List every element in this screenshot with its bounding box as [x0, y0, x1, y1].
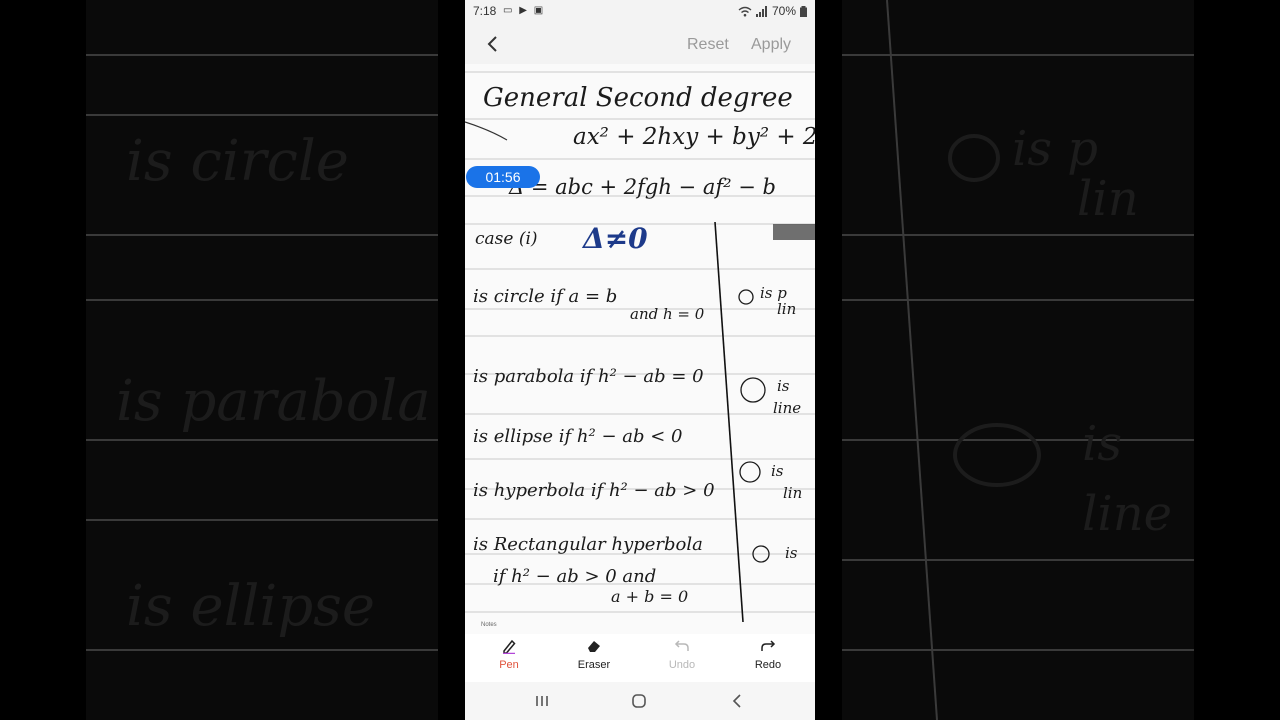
redo-icon [761, 640, 776, 651]
note-equation-line: ax² + 2hxy + by² + 2 [573, 124, 815, 150]
background-right-text-2: lin [1077, 171, 1139, 227]
handwritten-notes: General Second degree ax² + 2hxy + by² +… [465, 71, 815, 628]
background-left-notes: is circle is parabola is ellipse [86, 54, 438, 651]
back-nav-icon[interactable] [723, 690, 753, 712]
note-delta-line: Δ = abc + 2fgh − af² − b [508, 175, 776, 199]
redo-tool[interactable]: Redo [738, 638, 798, 671]
pen-tool[interactable]: Pen [479, 638, 539, 671]
recording-timer: 01:56 [466, 166, 540, 188]
note-circle-cond: and h = 0 [630, 305, 705, 323]
note-ellipse-line: is ellipse if h² − ab < 0 [473, 426, 682, 447]
battery-icon [800, 5, 807, 17]
background-right-text-1: is p [1012, 121, 1098, 177]
pen-icon [503, 639, 516, 655]
notes-footer: Notes [481, 622, 497, 628]
editor-toolbar-top: Reset Apply [465, 28, 815, 62]
drawing-toolbar: Pen Eraser Undo Redo [465, 634, 815, 682]
note-title-line: General Second degree [483, 83, 793, 113]
recent-apps-icon[interactable] [527, 690, 557, 712]
apply-button[interactable]: Apply [751, 36, 791, 54]
background-blur-left: is circle is parabola is ellipse [86, 0, 438, 720]
note-canvas[interactable]: General Second degree ax² + 2hxy + by² +… [465, 64, 815, 634]
system-navigation-bar [465, 682, 815, 720]
reset-button[interactable]: Reset [687, 36, 729, 54]
back-arrow-icon[interactable] [483, 32, 503, 56]
note-case-condition: Δ≠0 [581, 222, 648, 255]
undo-label: Undo [668, 659, 696, 671]
signal-icon [755, 5, 767, 17]
note-right-col-3: is [771, 462, 784, 480]
background-right-notes: is p lin is line [842, 0, 1194, 720]
redo-label: Redo [754, 659, 782, 671]
background-right-text-3: is [1082, 416, 1122, 472]
gallery-icon: ▣ [533, 5, 546, 16]
status-right: 70% [738, 4, 807, 18]
note-hyperbola-line: is hyperbola if h² − ab > 0 [473, 480, 715, 501]
background-left-text-3: is ellipse [126, 574, 375, 639]
undo-tool[interactable]: Undo [652, 638, 712, 671]
background-right-text-4: line [1082, 486, 1172, 542]
battery-percent: 70% [771, 4, 796, 18]
note-case-line: case (i) [475, 229, 538, 249]
note-right-col-1b: lin [777, 300, 796, 318]
status-bar: 7:18 ▭ ▶ ▣ 70% [465, 0, 815, 22]
note-rect-cond-2: a + b = 0 [611, 587, 688, 606]
video-icon: ▭ [503, 5, 515, 16]
note-right-col-3b: lin [783, 484, 802, 502]
home-icon[interactable] [624, 690, 654, 712]
undo-icon [674, 640, 689, 651]
note-right-col-2: is [777, 377, 790, 395]
phone-screen: 7:18 ▭ ▶ ▣ 70% Reset Apply General Secon… [465, 0, 815, 720]
note-right-col-2b: line [773, 399, 801, 417]
note-circle-line: is circle if a = b [473, 286, 617, 307]
background-blur-right: is p lin is line [842, 0, 1194, 720]
status-time: 7:18 [473, 4, 497, 18]
note-rect-cond-1: if h² − ab > 0 and [493, 566, 656, 587]
background-left-text-1: is circle [126, 129, 349, 194]
background-left-text-2: is parabola [116, 369, 431, 434]
note-right-col-4: is [785, 544, 798, 562]
eraser-label: Eraser [577, 659, 611, 671]
youtube-icon: ▶ [519, 5, 529, 16]
wifi-icon [738, 6, 752, 16]
eraser-tool[interactable]: Eraser [564, 638, 624, 671]
note-rect-line: is Rectangular hyperbola [473, 534, 703, 555]
pen-label: Pen [499, 659, 519, 671]
note-parabola-line: is parabola if h² − ab = 0 [473, 366, 704, 387]
eraser-icon [588, 641, 600, 652]
notification-icons: ▭ ▶ ▣ [503, 5, 545, 16]
